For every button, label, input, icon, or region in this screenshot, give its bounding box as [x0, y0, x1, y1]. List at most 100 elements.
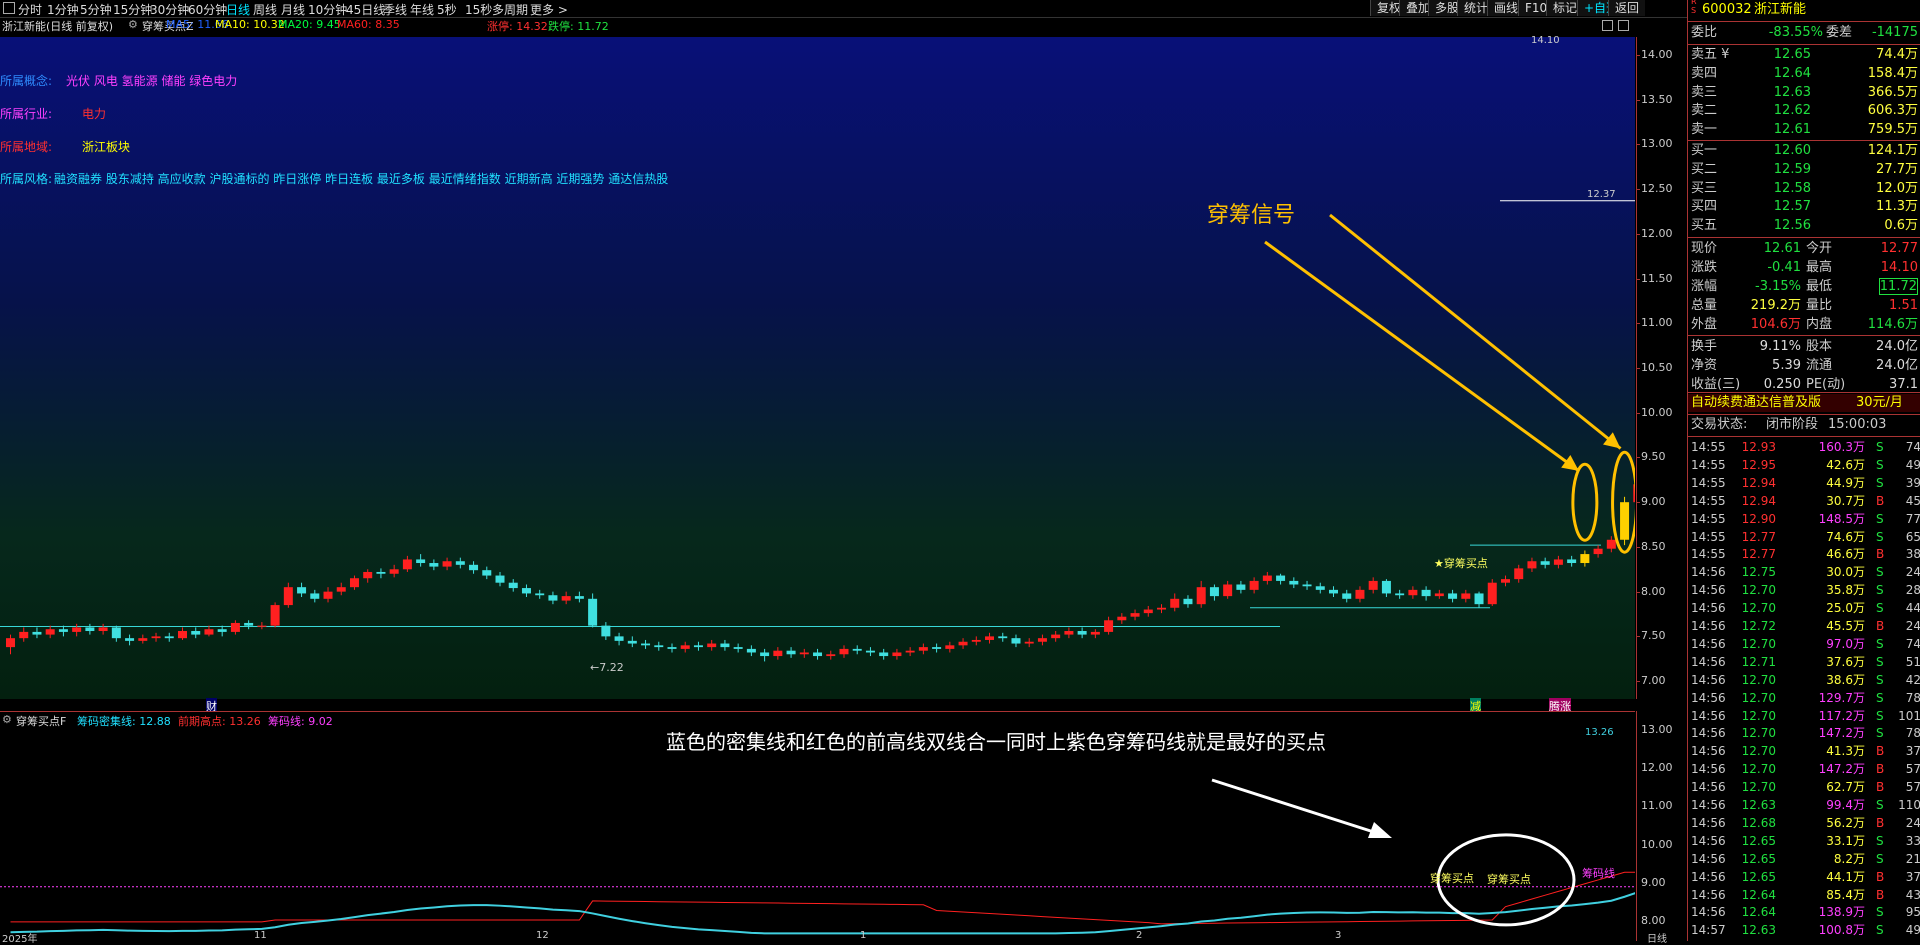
candle-21 — [283, 582, 293, 608]
bid-label: 买二 — [1691, 161, 1718, 177]
period-tab-6[interactable]: 日线 — [226, 1, 250, 18]
tick-price: 12.70 — [1741, 708, 1776, 723]
candle-0 — [6, 634, 15, 655]
tick-count: 57 — [1905, 762, 1920, 777]
candlestick-chart[interactable]: 穿筹信号 ★穿筹买点 ←7.22 14.10 12.37 财减腾涨 — [0, 35, 1635, 714]
tick-time: 14:56 — [1691, 780, 1726, 795]
tick-price: 12.64 — [1741, 905, 1776, 920]
ask-price: 12.61 — [1773, 122, 1811, 138]
trade-status-label: 交易状态: — [1691, 417, 1748, 432]
candle-76 — [1011, 634, 1021, 648]
tick-time: 14:57 — [1691, 923, 1726, 938]
period-tab-16[interactable]: 更多 > — [530, 1, 568, 18]
candle-101 — [1342, 589, 1352, 603]
tick-time: 14:56 — [1691, 654, 1726, 669]
tick-time: 14:55 — [1691, 493, 1726, 508]
period-tab-1[interactable]: 1分钟 — [47, 1, 79, 18]
period-tab-15[interactable]: 多周期 — [492, 1, 528, 18]
candle-118 — [1567, 555, 1577, 567]
period-tab-2[interactable]: 5分钟 — [80, 1, 112, 18]
indicator-gear-icon-2[interactable]: ⚙ — [2, 713, 12, 726]
period-tab-13[interactable]: 5秒 — [437, 1, 457, 18]
stat-label-2: 量比 — [1806, 298, 1833, 313]
stat-value-2: 1.51 — [1889, 298, 1918, 313]
bid-row-1: 买二 12.59 27.7万 — [1688, 161, 1920, 179]
period-tab-9[interactable]: 10分钟 — [308, 1, 347, 18]
period-tab-11[interactable]: 季线 — [383, 1, 407, 18]
candle-91 — [1209, 584, 1219, 601]
tick-row: 14:56 12.65 8.2万 S 21 — [1688, 850, 1920, 868]
tick-time: 14:56 — [1691, 887, 1726, 902]
tick-row: 14:56 12.70 25.0万 S 44 — [1688, 599, 1920, 617]
tick-price: 12.70 — [1741, 744, 1776, 759]
menu-icon[interactable] — [3, 2, 15, 14]
candle-115 — [1527, 557, 1537, 572]
sub-indicator-name[interactable]: 穿筹买点F — [16, 713, 66, 729]
candle-111 — [1474, 591, 1484, 608]
candle-5 — [72, 623, 82, 637]
tick-count: 33 — [1905, 833, 1920, 848]
candle-121 — [1606, 536, 1616, 553]
indicator-chart[interactable]: 蓝色的密集线和红色的前高线双线合一同时上紫色穿筹码线就是最好的买点 穿筹买点 穿筹买… — [0, 711, 1635, 942]
tick-price: 12.90 — [1741, 511, 1776, 526]
period-tab-5[interactable]: 60分钟 — [188, 1, 227, 18]
industry-value: 电力 — [82, 107, 107, 121]
tick-volume: 97.0万 — [1826, 636, 1865, 651]
candle-114 — [1514, 564, 1524, 583]
period-tab-10[interactable]: 45日线 — [346, 1, 385, 18]
toolbar-button-8[interactable]: 返回 — [1608, 0, 1646, 16]
period-tab-8[interactable]: 月线 — [281, 1, 305, 18]
stat2-label: 净资 — [1691, 358, 1718, 373]
tick-side: S — [1876, 798, 1884, 812]
tick-time: 14:56 — [1691, 798, 1726, 812]
candle-85 — [1130, 609, 1140, 621]
period-tab-7[interactable]: 周线 — [253, 1, 277, 18]
stat-label: 涨幅 — [1691, 279, 1718, 294]
tick-time: 14:55 — [1691, 440, 1726, 454]
candle-103 — [1368, 577, 1378, 594]
tick-side: S — [1876, 905, 1884, 920]
stat-label: 涨跌 — [1691, 260, 1718, 275]
period-tab-12[interactable]: 年线 — [410, 1, 434, 18]
dense-line-value: 筹码密集线: 12.88 — [77, 715, 171, 728]
indicator-gear-icon[interactable]: ⚙ — [128, 18, 138, 31]
tick-time: 14:56 — [1691, 744, 1726, 759]
tick-count: 24 — [1905, 619, 1920, 633]
tick-price: 12.77 — [1741, 529, 1776, 544]
ad-price[interactable]: 30元/月 — [1856, 394, 1903, 412]
stat-value: -3.15% — [1755, 279, 1801, 294]
price-tick-10: 9.00 — [1641, 495, 1666, 509]
candle-83 — [1104, 616, 1114, 635]
candle-99 — [1315, 582, 1325, 594]
tick-time: 14:55 — [1691, 457, 1726, 472]
candle-23 — [310, 589, 320, 603]
candle-58 — [773, 647, 783, 660]
limit-down-value: 跌停: 11.72 — [548, 20, 609, 33]
candle-107 — [1421, 586, 1431, 601]
chart-maximize-icon[interactable] — [1618, 20, 1629, 31]
tick-count: 110 — [1898, 798, 1920, 812]
sub-tick-5: 8.00 — [1641, 913, 1666, 927]
tick-count: 42 — [1905, 672, 1920, 687]
tick-count: 38 — [1905, 547, 1920, 562]
chart-settings-icon[interactable] — [1602, 20, 1613, 31]
tick-volume: 35.8万 — [1826, 583, 1865, 598]
period-tab-3[interactable]: 15分钟 — [113, 1, 152, 18]
bid-price: 12.59 — [1773, 161, 1811, 177]
bid-volume: 124.1万 — [1867, 143, 1918, 158]
candle-102 — [1355, 586, 1365, 603]
ask-volume: 606.3万 — [1867, 103, 1918, 119]
tick-price: 12.65 — [1741, 833, 1776, 848]
tick-time: 14:56 — [1691, 601, 1726, 616]
tick-price: 12.94 — [1741, 493, 1776, 508]
candle-48 — [641, 639, 651, 649]
period-tab-4[interactable]: 30分钟 — [150, 1, 189, 18]
candle-22 — [297, 582, 307, 598]
candle-34 — [455, 557, 465, 569]
candle-12 — [164, 632, 174, 642]
stat-label-2: 最高 — [1806, 260, 1833, 275]
period-tab-0[interactable]: 分时 — [18, 1, 42, 18]
low-price-label: ←7.22 — [590, 661, 624, 674]
ad-text[interactable]: 自动续费通达信普及版 — [1691, 394, 1821, 412]
period-tab-14[interactable]: 15秒 — [465, 1, 492, 18]
